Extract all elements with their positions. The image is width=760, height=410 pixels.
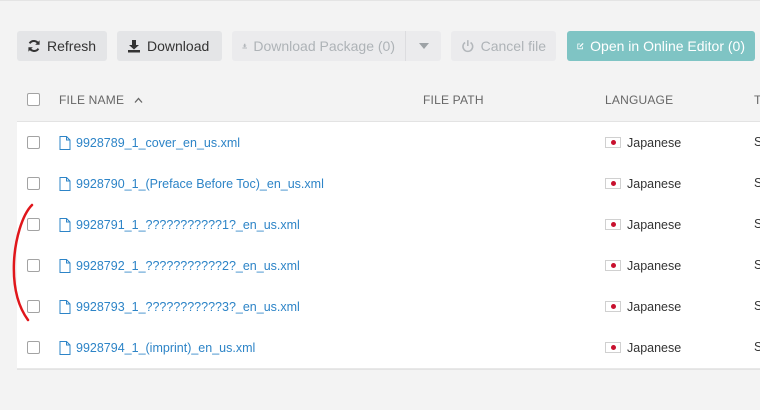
- download-icon: [128, 40, 140, 53]
- sort-ascending-icon: [134, 97, 143, 103]
- refresh-button[interactable]: Refresh: [17, 31, 107, 61]
- row-checkbox[interactable]: [27, 218, 40, 231]
- row-checkbox[interactable]: [27, 136, 40, 149]
- file-name-link[interactable]: 9928792_1_???????????2?_en_us.xml: [59, 245, 300, 286]
- cancel-file-button[interactable]: Cancel file: [451, 31, 556, 61]
- language-text: Japanese: [627, 340, 682, 355]
- file-name-text: 9928790_1_(Preface Before Toc)_en_us.xml: [76, 176, 324, 191]
- table-row[interactable]: 9928790_1_(Preface Before Toc)_en_us.xml…: [17, 163, 760, 205]
- caret-down-icon: [418, 43, 429, 49]
- file-table: FILE NAME FILE PATH LANGUAGE T 9928789_1…: [17, 80, 760, 370]
- language-cell: Japanese: [605, 327, 681, 368]
- language-cell: Japanese: [605, 204, 681, 245]
- download-icon: [242, 43, 247, 49]
- open-online-editor-button[interactable]: Open in Online Editor (0): [567, 31, 755, 61]
- download-button[interactable]: Download: [117, 31, 222, 61]
- truncated-cell: S: [754, 258, 760, 272]
- language-text: Japanese: [627, 176, 682, 191]
- truncated-cell: S: [754, 299, 760, 313]
- row-checkbox[interactable]: [27, 177, 40, 190]
- file-name-text: 9928792_1_???????????2?_en_us.xml: [76, 258, 300, 273]
- japan-flag-icon: [605, 137, 621, 148]
- refresh-icon: [28, 40, 40, 52]
- language-text: Japanese: [627, 299, 682, 314]
- row-checkbox[interactable]: [27, 341, 40, 354]
- cancel-file-label: Cancel file: [480, 38, 546, 54]
- file-icon: [59, 135, 71, 150]
- truncated-cell: S: [754, 340, 760, 354]
- file-icon: [59, 340, 71, 355]
- table-row[interactable]: 9928793_1_???????????3?_en_us.xml Japane…: [17, 286, 760, 328]
- language-text: Japanese: [627, 135, 682, 150]
- language-cell: Japanese: [605, 122, 681, 163]
- download-package-dropdown[interactable]: [405, 31, 441, 61]
- table-header: FILE NAME FILE PATH LANGUAGE T: [17, 80, 760, 122]
- row-checkbox[interactable]: [27, 300, 40, 313]
- file-name-link[interactable]: 9928789_1_cover_en_us.xml: [59, 122, 240, 163]
- truncated-cell: S: [754, 217, 760, 231]
- file-name-text: 9928789_1_cover_en_us.xml: [76, 135, 241, 150]
- file-name-text: 9928791_1_???????????1?_en_us.xml: [76, 217, 300, 232]
- column-header-file-path[interactable]: FILE PATH: [423, 80, 484, 121]
- edit-icon: [577, 42, 584, 50]
- language-cell: Japanese: [605, 286, 681, 327]
- file-name-link[interactable]: 9928790_1_(Preface Before Toc)_en_us.xml: [59, 163, 324, 204]
- language-cell: Japanese: [605, 163, 681, 204]
- table-row[interactable]: 9928792_1_???????????2?_en_us.xml Japane…: [17, 245, 760, 287]
- column-header-file-name[interactable]: FILE NAME: [59, 80, 143, 121]
- file-name-link[interactable]: 9928794_1_(imprint)_en_us.xml: [59, 327, 255, 368]
- power-icon: [462, 40, 474, 53]
- japan-flag-icon: [605, 178, 621, 189]
- table-row[interactable]: 9928791_1_???????????1?_en_us.xml Japane…: [17, 204, 760, 246]
- file-icon: [59, 258, 71, 273]
- file-icon: [59, 217, 71, 232]
- japan-flag-icon: [605, 219, 621, 230]
- file-icon: [59, 176, 71, 191]
- file-name-link[interactable]: 9928793_1_???????????3?_en_us.xml: [59, 286, 300, 327]
- truncated-cell: S: [754, 135, 760, 149]
- japan-flag-icon: [605, 301, 621, 312]
- download-package-button[interactable]: Download Package (0): [232, 31, 405, 61]
- download-package-label: Download Package (0): [253, 38, 395, 54]
- file-icon: [59, 299, 71, 314]
- language-text: Japanese: [627, 258, 682, 273]
- column-header-language[interactable]: LANGUAGE: [605, 80, 673, 121]
- file-name-text: 9928794_1_(imprint)_en_us.xml: [76, 340, 256, 355]
- file-name-link[interactable]: 9928791_1_???????????1?_en_us.xml: [59, 204, 300, 245]
- row-checkbox[interactable]: [27, 259, 40, 272]
- truncated-cell: S: [754, 176, 760, 190]
- japan-flag-icon: [605, 342, 621, 353]
- table-row[interactable]: 9928794_1_(imprint)_en_us.xml Japanese S: [17, 327, 760, 369]
- file-name-text: 9928793_1_???????????3?_en_us.xml: [76, 299, 300, 314]
- column-header-truncated[interactable]: T: [754, 80, 760, 121]
- refresh-button-label: Refresh: [47, 38, 97, 54]
- top-divider: [0, 0, 760, 1]
- download-button-label: Download: [147, 38, 210, 54]
- open-online-editor-label: Open in Online Editor (0): [590, 38, 745, 54]
- language-text: Japanese: [627, 217, 682, 232]
- column-file-name-label: FILE NAME: [59, 93, 125, 107]
- language-cell: Japanese: [605, 245, 681, 286]
- japan-flag-icon: [605, 260, 621, 271]
- select-all-checkbox[interactable]: [27, 93, 40, 106]
- table-row[interactable]: 9928789_1_cover_en_us.xml Japanese S: [17, 122, 760, 164]
